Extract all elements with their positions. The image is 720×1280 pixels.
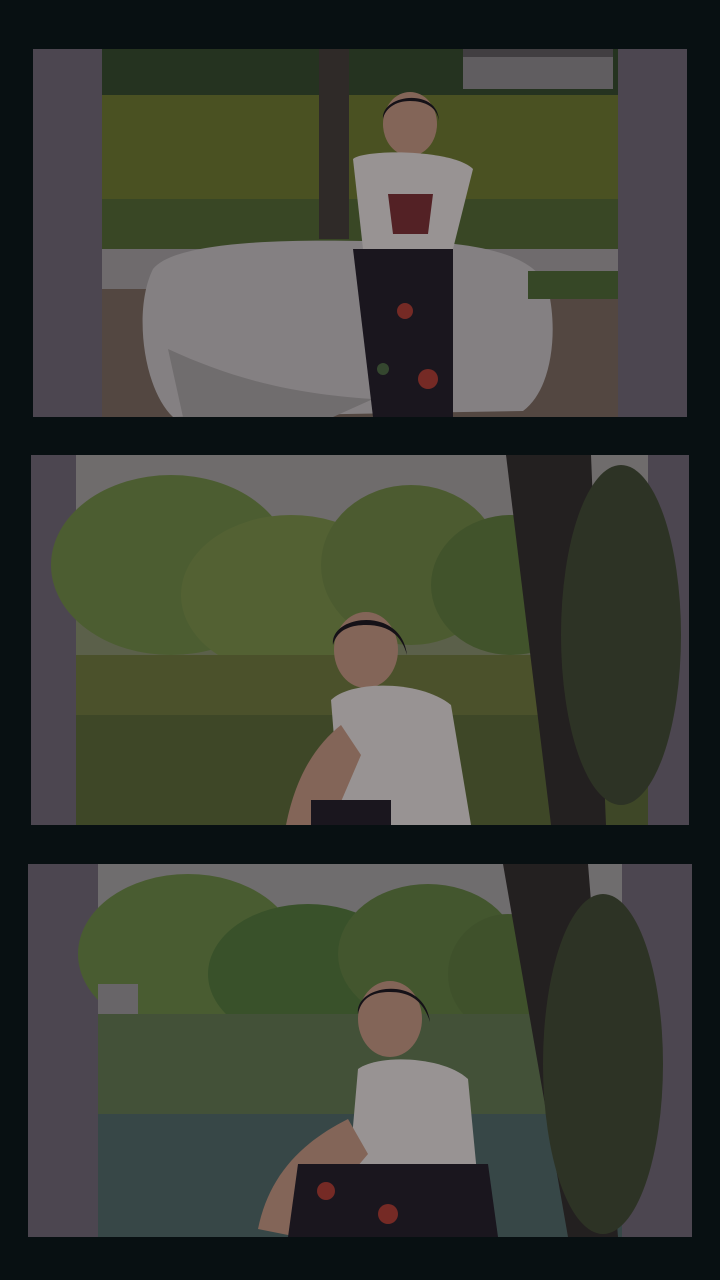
photo-collage bbox=[0, 0, 720, 1280]
photo-1-image bbox=[33, 49, 687, 417]
photo-panel-3 bbox=[28, 864, 692, 1237]
photo-panel-2 bbox=[31, 455, 689, 825]
photo-panel-1 bbox=[33, 49, 687, 417]
photo-3-image bbox=[28, 864, 692, 1237]
photo-2-image bbox=[31, 455, 689, 825]
